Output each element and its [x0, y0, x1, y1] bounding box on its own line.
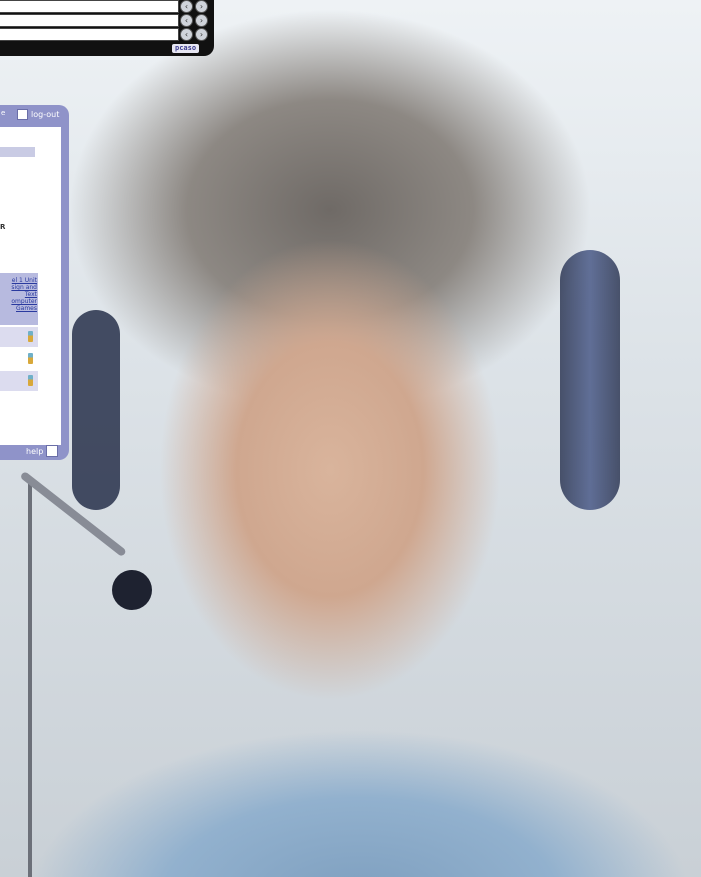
bottle-icon[interactable] — [28, 331, 33, 342]
table-row — [0, 327, 38, 347]
mic-cable — [28, 480, 32, 877]
headset-left-band — [72, 310, 120, 510]
panel-header: e log-out — [0, 105, 69, 125]
content-header-bar — [0, 147, 35, 157]
table-column-header[interactable]: el 1 Unit sign and Text omputer Games — [0, 273, 38, 325]
nav-buttons-2: ‹ › — [180, 14, 208, 27]
prev-arrow-icon[interactable]: ‹ — [180, 28, 193, 41]
bottle-icon[interactable] — [28, 353, 33, 364]
side-panel: e log-out R el 1 Unit sign and Text ompu… — [0, 105, 69, 460]
table-row — [0, 371, 38, 391]
next-arrow-icon[interactable]: › — [195, 14, 208, 27]
help-link[interactable]: help — [26, 445, 59, 457]
toolbar-field-3[interactable] — [0, 28, 179, 41]
logout-label: log-out — [31, 110, 60, 119]
headset-earcup — [560, 250, 620, 510]
bottle-icon[interactable] — [28, 375, 33, 386]
nav-buttons-1: ‹ › — [180, 0, 208, 13]
help-icon — [46, 445, 59, 457]
next-arrow-icon[interactable]: › — [195, 0, 208, 13]
microphone — [112, 570, 152, 610]
nav-buttons-3: ‹ › — [180, 28, 208, 41]
brand-logo: pcaso — [172, 44, 200, 53]
top-toolbar: ‹ › ‹ › ‹ › pcaso — [0, 0, 214, 56]
next-arrow-icon[interactable]: › — [195, 28, 208, 41]
partial-tab-label[interactable]: e — [1, 109, 5, 117]
prev-arrow-icon[interactable]: ‹ — [180, 14, 193, 27]
prev-arrow-icon[interactable]: ‹ — [180, 0, 193, 13]
toolbar-field-2[interactable] — [0, 14, 179, 27]
help-label: help — [26, 446, 44, 456]
logout-link[interactable]: log-out — [17, 109, 59, 120]
logout-icon — [17, 109, 28, 120]
toolbar-field-1[interactable] — [0, 0, 179, 13]
truncated-heading: R — [0, 223, 6, 231]
table-row — [0, 349, 38, 369]
panel-content: R el 1 Unit sign and Text omputer Games — [0, 127, 61, 445]
